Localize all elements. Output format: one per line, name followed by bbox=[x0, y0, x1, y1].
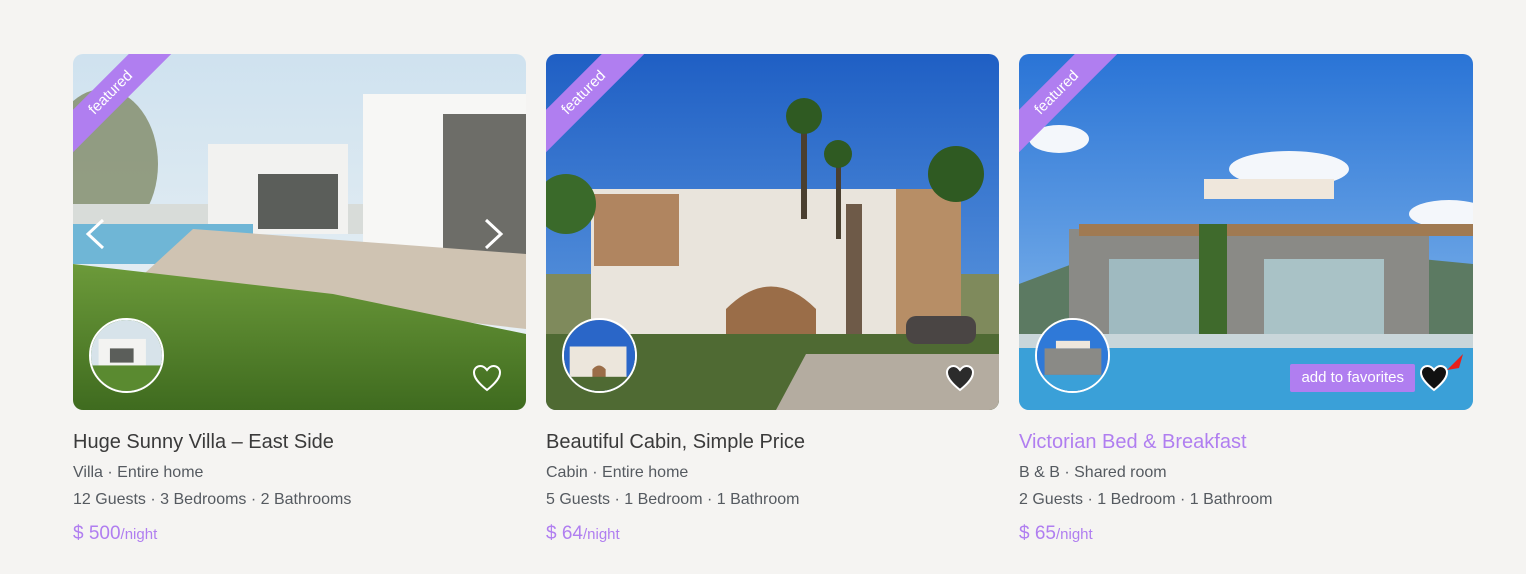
favorite-heart-icon[interactable] bbox=[1419, 364, 1449, 392]
listing-card[interactable]: featured Huge Sunny Villa – East Side Vi… bbox=[73, 54, 526, 545]
listing-price: $ 64/night bbox=[546, 523, 999, 545]
listing-type: B & B · Shared room bbox=[1019, 464, 1167, 481]
favorite-heart-icon[interactable] bbox=[945, 364, 975, 392]
listing-capacity: 12 Guests · 3 Bedrooms · 2 Bathrooms bbox=[73, 491, 352, 508]
chevron-right-icon[interactable] bbox=[482, 216, 506, 252]
listing-card[interactable]: featured Beautiful Cabin, Simple Price C… bbox=[546, 54, 999, 545]
listing-title[interactable]: Victorian Bed & Breakfast bbox=[1019, 431, 1473, 454]
listing-photo-carousel[interactable]: featured add to favorites bbox=[1019, 54, 1473, 410]
featured-badge: featured bbox=[546, 54, 646, 154]
listings-grid: featured Huge Sunny Villa – East Side Vi… bbox=[0, 0, 1526, 574]
listing-type: Cabin · Entire home bbox=[546, 464, 689, 481]
chevron-left-icon[interactable] bbox=[83, 216, 107, 252]
price-unit: /night bbox=[120, 526, 158, 543]
featured-badge: featured bbox=[73, 54, 173, 154]
listing-photo-carousel[interactable]: featured bbox=[546, 54, 999, 410]
price-amount: $ 500 bbox=[73, 523, 121, 544]
listing-price: $ 500/night bbox=[73, 523, 526, 545]
listing-capacity: 5 Guests · 1 Bedroom · 1 Bathroom bbox=[546, 491, 800, 508]
favorite-heart-icon[interactable] bbox=[472, 364, 502, 392]
host-avatar[interactable] bbox=[562, 318, 637, 393]
listing-title[interactable]: Beautiful Cabin, Simple Price bbox=[546, 431, 999, 454]
price-amount: $ 64 bbox=[546, 523, 583, 544]
featured-badge: featured bbox=[1019, 54, 1119, 154]
listing-type: Villa · Entire home bbox=[73, 464, 204, 481]
listing-capacity: 2 Guests · 1 Bedroom · 1 Bathroom bbox=[1019, 491, 1273, 508]
add-to-favorites-tooltip: add to favorites bbox=[1290, 364, 1415, 392]
mouse-pointer-icon bbox=[1447, 354, 1463, 370]
host-avatar[interactable] bbox=[89, 318, 164, 393]
listing-price: $ 65/night bbox=[1019, 523, 1473, 545]
listing-photo-carousel[interactable]: featured bbox=[73, 54, 526, 410]
price-unit: /night bbox=[1055, 526, 1093, 543]
listing-title[interactable]: Huge Sunny Villa – East Side bbox=[73, 431, 526, 454]
price-amount: $ 65 bbox=[1019, 523, 1056, 544]
listing-card[interactable]: featured add to favorites Victorian Bed … bbox=[1019, 54, 1473, 545]
host-avatar[interactable] bbox=[1035, 318, 1110, 393]
price-unit: /night bbox=[582, 526, 620, 543]
